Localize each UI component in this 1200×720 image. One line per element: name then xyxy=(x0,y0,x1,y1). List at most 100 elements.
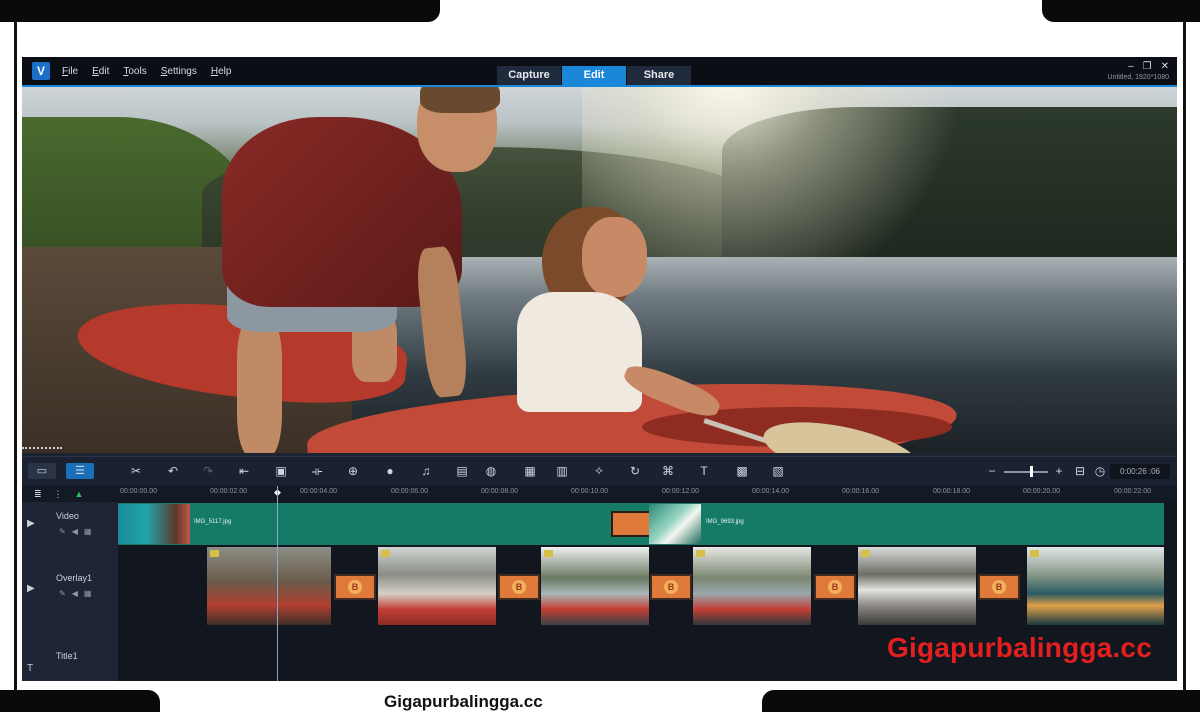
fit-timeline-icon[interactable]: ⊟ xyxy=(1072,464,1088,478)
preview-resize-handle[interactable] xyxy=(22,447,62,451)
ruler-tick: 00:00:00.00 xyxy=(120,488,157,495)
track-label-overlay: Overlay1 xyxy=(56,573,93,583)
chapter-icon[interactable]: ⋮ xyxy=(54,489,63,500)
crop-icon[interactable]: ▣ xyxy=(273,464,289,478)
clock-icon: ◷ xyxy=(1094,464,1106,478)
overlay-transition[interactable]: B xyxy=(650,574,692,600)
playhead-line[interactable] xyxy=(277,486,278,681)
tab-edit[interactable]: Edit xyxy=(562,66,626,85)
watermark-text: Gigapurbalingga.cc xyxy=(887,632,1152,663)
frame-bar-top-left xyxy=(0,0,440,22)
overlay-clip[interactable] xyxy=(693,547,811,625)
caption-text: Gigapurbalingga.cc xyxy=(384,692,543,711)
overlay-transition[interactable]: B xyxy=(498,574,540,600)
menu-tools[interactable]: Tools xyxy=(123,66,146,77)
close-icon[interactable]: ✕ xyxy=(1161,61,1169,72)
track-controls[interactable]: ✎◀▦ xyxy=(59,589,97,598)
track-motion-icon[interactable]: ⊕ xyxy=(345,464,361,478)
video-track-icon: ▶ xyxy=(27,518,35,529)
ruler-tick: 00:00:14.00 xyxy=(752,488,789,495)
timeline-view-icon[interactable]: ☰ xyxy=(66,463,94,479)
track-header-video[interactable]: ▶ Video ✎◀▦ xyxy=(22,502,118,547)
track-manager: ≣ ⋮ ▲ xyxy=(22,486,130,502)
overlay-transition[interactable]: B xyxy=(978,574,1020,600)
audio-icon[interactable]: ♫ xyxy=(418,464,434,478)
clip-name: IMG_5117.jpg xyxy=(194,519,232,525)
preview-image-person xyxy=(517,292,642,412)
frame-bar-bottom-right xyxy=(762,690,1200,712)
record-icon[interactable]: ● xyxy=(382,464,398,478)
track-header-overlay[interactable]: ▶ Overlay1 ✎◀▦ xyxy=(22,546,118,664)
transition-icon: B xyxy=(664,580,678,594)
track-manager-icon[interactable]: ≣ xyxy=(34,489,42,500)
transition-thumbnail[interactable] xyxy=(611,511,651,537)
overlay-clip[interactable] xyxy=(207,547,331,625)
transition-icon: B xyxy=(828,580,842,594)
menu-help[interactable]: Help xyxy=(211,66,232,77)
transition-icon: B xyxy=(992,580,1006,594)
fit-icon[interactable]: ⇤ xyxy=(236,464,252,478)
ruler-tick: 00:00:04.00 xyxy=(300,488,337,495)
clip-fx-icon xyxy=(381,550,390,557)
clip-thumbnail xyxy=(649,504,701,544)
zoom-in-icon[interactable]: + xyxy=(1051,464,1067,478)
video-editor-window: V File Edit Tools Settings Help Capture … xyxy=(22,57,1177,681)
frame-border-right xyxy=(1183,22,1186,690)
preview-image-person xyxy=(420,87,500,113)
workspace-tabs: Capture Edit Share xyxy=(497,66,692,85)
preview-image-person xyxy=(582,217,647,297)
ruler-tick: 00:00:08.00 xyxy=(481,488,518,495)
project-duration-timecode[interactable]: 0:00:26 :06 xyxy=(1110,464,1170,479)
360-icon[interactable]: ⌘ xyxy=(660,464,676,478)
ruler-tick: 00:00:12.00 xyxy=(662,488,699,495)
tab-capture[interactable]: Capture xyxy=(497,66,561,85)
motion-icon[interactable]: ✧ xyxy=(591,464,607,478)
overlay-transition[interactable]: B xyxy=(814,574,856,600)
title-3d-icon[interactable]: T xyxy=(696,464,712,478)
clip-fx-icon xyxy=(696,550,705,557)
color-icon[interactable]: ◍ xyxy=(483,464,499,478)
undo-icon[interactable]: ↶ xyxy=(165,464,181,478)
zoom-out-icon[interactable]: − xyxy=(984,464,1000,478)
redo-icon[interactable]: ↷ xyxy=(200,464,216,478)
minimize-icon[interactable]: – xyxy=(1128,61,1134,72)
overlay-clip[interactable] xyxy=(858,547,976,625)
storyboard-view-icon[interactable]: ▭ xyxy=(28,463,56,479)
mask-icon[interactable]: ▥ xyxy=(554,464,570,478)
frame-bar-bottom-left xyxy=(0,690,160,712)
video-track-clip[interactable]: IMG_5117.jpg IMG_9693.jpg xyxy=(118,503,1164,545)
split-icon[interactable]: ⟛ xyxy=(309,464,325,478)
clip-thumbnail xyxy=(118,504,190,544)
menu-edit[interactable]: Edit xyxy=(92,66,109,77)
overlay-transition[interactable]: B xyxy=(334,574,376,600)
add-marker-icon[interactable]: ▲ xyxy=(75,489,84,499)
menu-file[interactable]: File xyxy=(62,66,78,77)
overlay-clip[interactable] xyxy=(1027,547,1164,625)
tools-icon[interactable]: ✂ xyxy=(128,464,144,478)
tab-share[interactable]: Share xyxy=(627,66,691,85)
zoom-slider-thumb[interactable] xyxy=(1030,466,1033,477)
multicam-icon[interactable]: ▦ xyxy=(522,464,538,478)
menu-settings[interactable]: Settings xyxy=(161,66,197,77)
overlay-clip[interactable] xyxy=(541,547,649,625)
title-track-icon: T xyxy=(27,663,34,674)
clip-fx-icon xyxy=(861,550,870,557)
ruler-tick: 00:00:02.00 xyxy=(210,488,247,495)
track-controls[interactable]: ✎◀▦ xyxy=(59,527,97,536)
ruler-tick: 00:00:10.00 xyxy=(571,488,608,495)
clip-name: IMG_9693.jpg xyxy=(706,519,744,525)
track-header-title[interactable]: T Title1 xyxy=(22,651,118,681)
speed-icon[interactable]: ↻ xyxy=(627,464,643,478)
stop-motion-icon[interactable]: ▩ xyxy=(734,464,750,478)
overlay-clip[interactable] xyxy=(378,547,496,625)
preview-window[interactable] xyxy=(22,87,1177,453)
app-logo-icon: V xyxy=(32,62,50,80)
timeline-ruler[interactable]: ≣ ⋮ ▲ 00:00:00.00 00:00:02.00 00:00:04.0… xyxy=(22,486,1177,502)
clip-fx-icon xyxy=(1030,550,1039,557)
subtitle-icon[interactable]: ▤ xyxy=(454,464,470,478)
zoom-slider[interactable] xyxy=(1004,471,1048,473)
screen-capture-icon[interactable]: ▧ xyxy=(770,464,786,478)
transition-icon: B xyxy=(512,580,526,594)
frame-border-left xyxy=(14,22,17,690)
restore-icon[interactable]: ❐ xyxy=(1143,61,1152,72)
